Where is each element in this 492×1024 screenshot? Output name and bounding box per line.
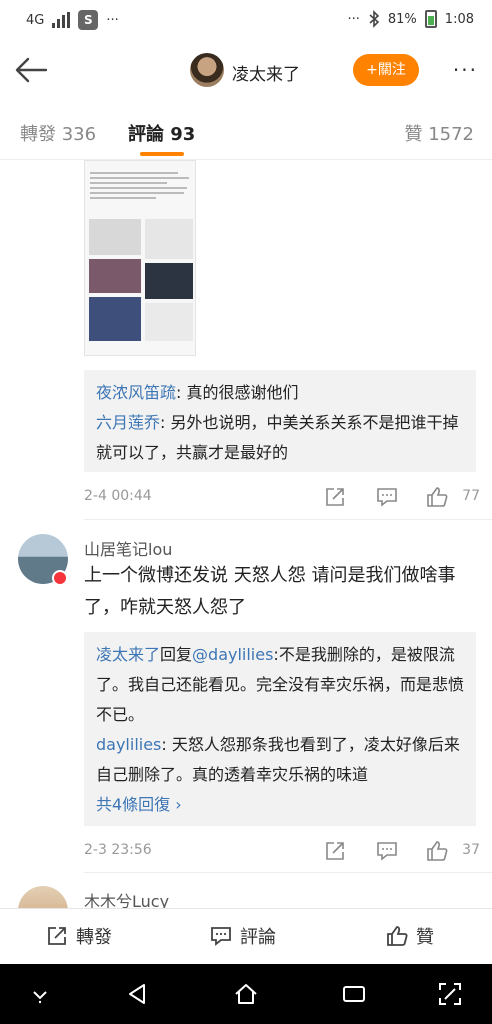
comment-image-thumbnail[interactable] [84,160,196,356]
comment-button[interactable]: 評論 [210,923,276,949]
comment-list[interactable]: 夜浓风笛疏: 真的很感谢他们 六月莲乔: 另外也说明，中美关系关系不是把谁干掉就… [0,160,492,908]
reply-item[interactable]: 凌太来了回复@daylilies:不是我删除的，是被限流了。我自己还能看见。完全… [96,640,464,730]
reply-username[interactable]: daylilies [96,735,161,754]
repost-icon [48,927,66,945]
tab-likes[interactable]: 贊 1572 [404,120,474,146]
divider [84,872,492,873]
action-bar: 轉發 評論 贊 [0,908,492,964]
comment-icon[interactable] [376,486,398,508]
comment-time: 2-4 00:44 [84,488,152,504]
comment-icon [211,927,231,946]
commenter-name[interactable]: 木木兮Lucy [84,888,169,908]
hide-keyboard-icon[interactable] [26,980,54,1008]
screenshot-icon[interactable] [436,980,464,1008]
header-bar: 凌太来了 +關注 ··· [0,40,492,102]
reply-box: 凌太来了回复@daylilies:不是我删除的，是被限流了。我自己还能看见。完全… [84,632,476,826]
reply-mention[interactable]: @daylilies [192,645,273,664]
like-icon[interactable] [426,840,448,862]
recents-nav-icon[interactable] [340,980,368,1008]
battery-icon [424,10,437,28]
repost-label: 轉發 [76,927,112,948]
status-bar: 4G S ··· ··· 81% 1:08 [0,0,492,40]
tab-repost[interactable]: 轉發 336 [20,120,96,146]
comment-label: 評論 [240,927,276,948]
share-icon[interactable] [324,486,346,508]
like-count: 37 [462,842,480,858]
reply-username[interactable]: 凌太来了 [96,645,160,664]
repost-button[interactable]: 轉發 [46,923,112,949]
follow-button[interactable]: +關注 [353,54,419,86]
divider [84,519,492,520]
signal-icon [52,12,71,28]
more-replies-link[interactable]: 共4條回復 › [96,790,464,820]
comment-meta: 2-4 00:44 77 [84,486,480,510]
reply-text: : 真的很感谢他们 [176,383,299,402]
like-label: 贊 [416,927,434,948]
like-button[interactable]: 贊 [386,923,434,949]
tab-bar: 轉發 336 評論 93 贊 1572 [0,102,492,160]
clock: 1:08 [444,11,474,27]
comment-time: 2-3 23:56 [84,842,152,858]
reply-box: 夜浓风笛疏: 真的很感谢他们 六月莲乔: 另外也说明，中美关系关系不是把谁干掉就… [84,370,476,472]
app-notification-icon: S [78,10,99,30]
bluetooth-icon [369,10,380,28]
reply-verb: 回复 [160,645,193,664]
like-count: 77 [462,488,480,504]
comment-meta: 2-3 23:56 37 [84,840,480,864]
author-avatar[interactable] [190,53,224,87]
system-navigation-bar [0,964,492,1024]
commenter-avatar[interactable] [18,886,68,908]
author-name[interactable]: 凌太来了 [232,60,300,85]
battery-percentage: 81% [387,11,417,27]
more-options-icon[interactable]: ··· [453,58,478,82]
overflow-indicator: ··· [347,11,360,27]
comment-icon[interactable] [376,840,398,862]
more-notifications-indicator: ··· [106,12,119,28]
tab-comments[interactable]: 評論 93 [128,120,195,146]
home-nav-icon[interactable] [232,980,260,1008]
network-indicator: 4G [26,12,45,28]
active-tab-indicator [140,152,184,156]
reply-item[interactable]: daylilies: 天怒人怨那条我也看到了，凌太好像后来自己删除了。真的透着幸… [96,730,464,790]
reply-item[interactable]: 六月莲乔: 另外也说明，中美关系关系不是把谁干掉就可以了，共赢才是最好的 [96,408,464,468]
like-icon [387,926,408,946]
share-icon[interactable] [324,840,346,862]
like-icon[interactable] [426,486,448,508]
comment-text: 上一个微博还发说 天怒人怨 请问是我们做啥事了，咋就天怒人怨了 [84,565,456,618]
reply-username[interactable]: 六月莲乔 [96,413,160,432]
commenter-name[interactable]: 山居笔记lou [84,536,172,560]
back-nav-icon[interactable] [124,980,152,1008]
verified-badge-icon [52,570,68,586]
reply-username[interactable]: 夜浓风笛疏 [96,383,176,402]
reply-item[interactable]: 夜浓风笛疏: 真的很感谢他们 [96,378,464,408]
back-arrow-icon[interactable] [12,54,52,86]
